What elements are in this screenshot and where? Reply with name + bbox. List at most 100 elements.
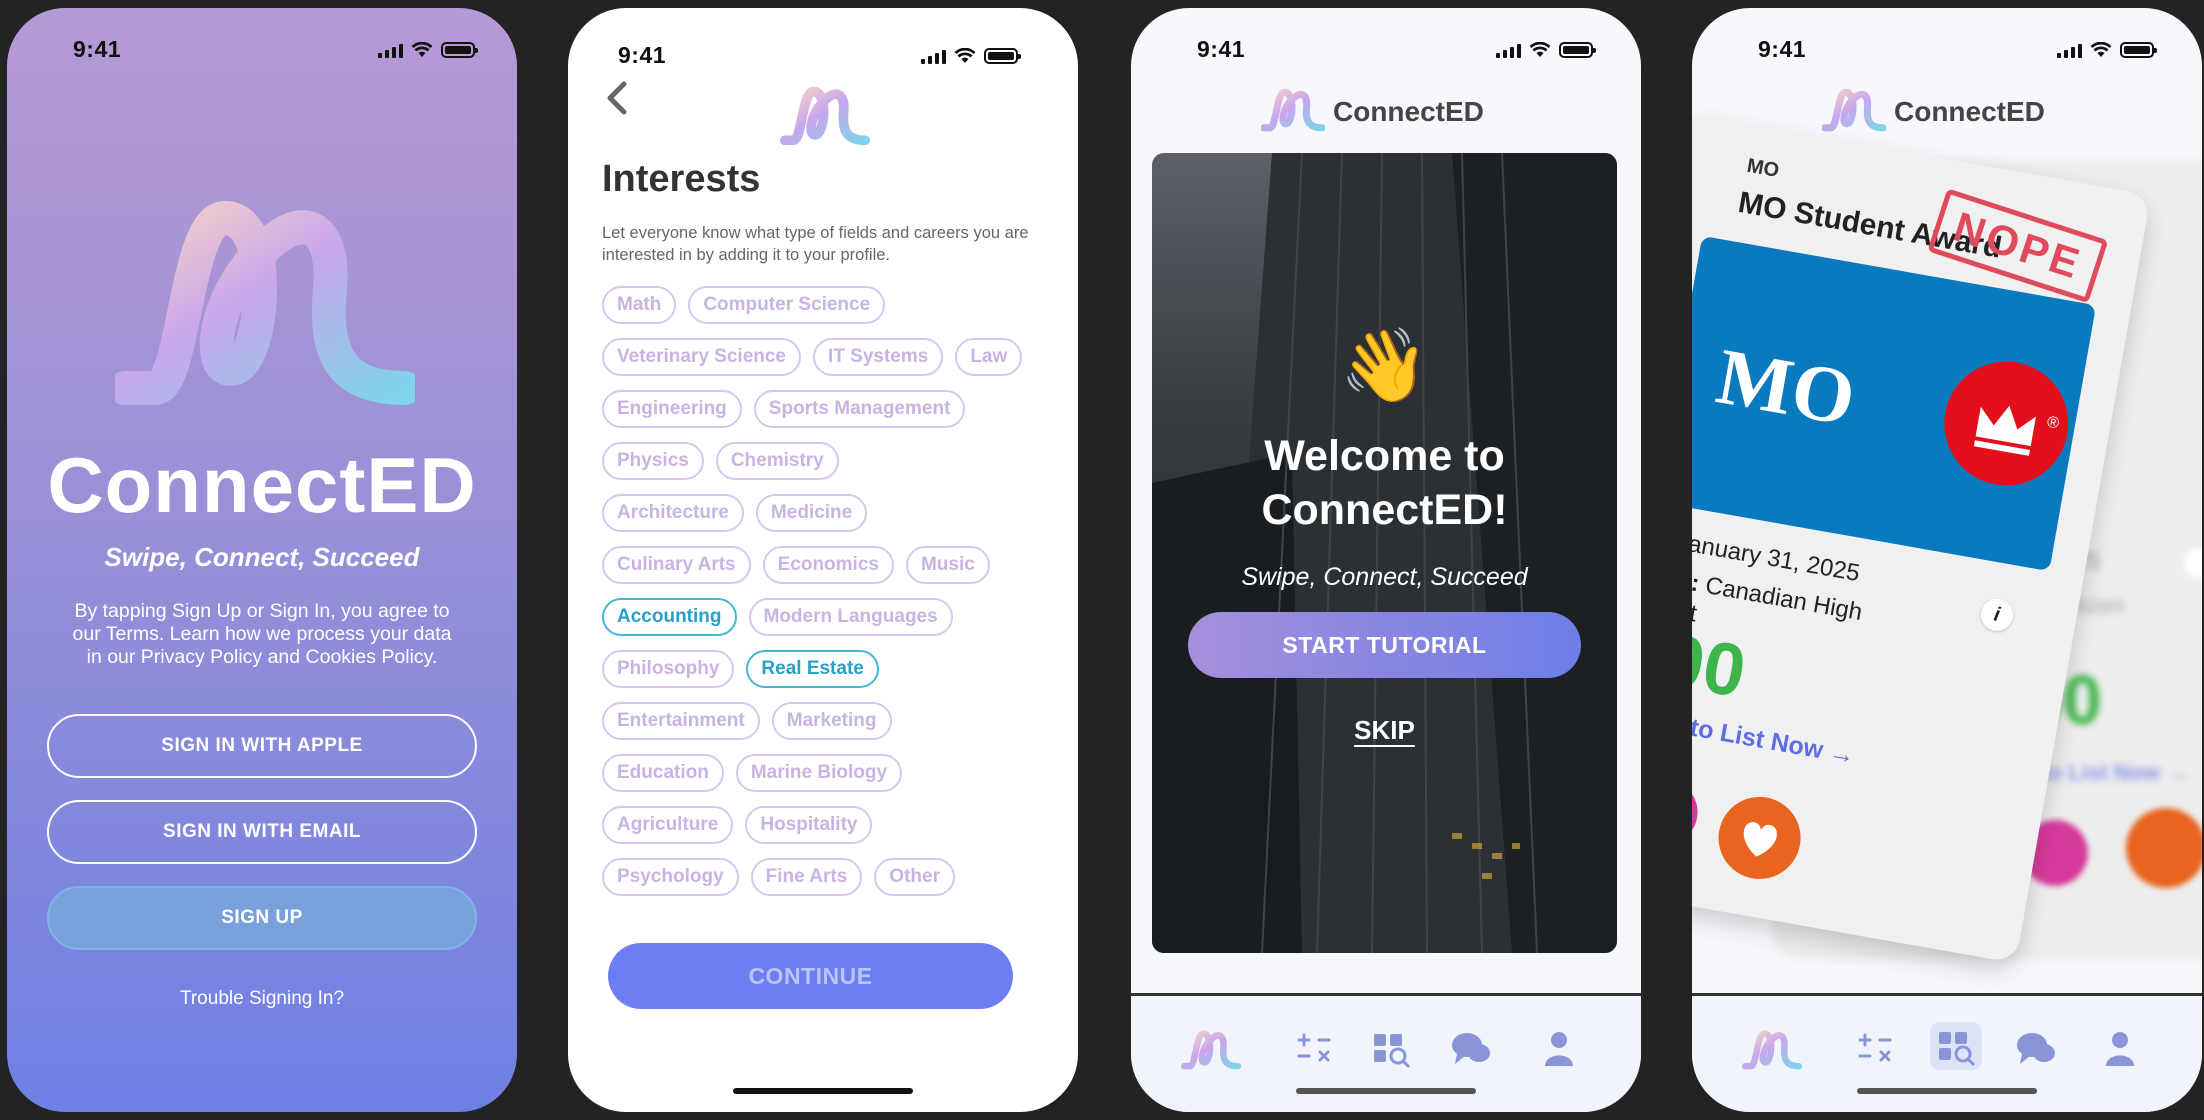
header-app-name: ConnectED: [1333, 96, 1484, 127]
battery-icon: [1559, 42, 1596, 58]
signal-icon: [1496, 42, 1521, 58]
interest-chip[interactable]: Hospitality: [745, 806, 873, 844]
phone-welcome-screen: 9:41 ConnectED Swipe, Connect, Succeed B…: [7, 8, 517, 1112]
award-sponsor-label: MO: [1745, 154, 1781, 182]
tab-home-logo-icon[interactable]: [1742, 1026, 1802, 1070]
add-to-list-link[interactable]: Add to List Now →: [1692, 704, 1857, 771]
status-time: 9:41: [1758, 36, 1807, 62]
status-time: 9:41: [73, 36, 122, 62]
skip-link[interactable]: SKIP: [1152, 715, 1617, 746]
interest-chip[interactable]: Real Estate: [746, 650, 879, 688]
interest-chip[interactable]: Physics: [602, 442, 704, 480]
interest-chip[interactable]: Math: [602, 286, 677, 324]
chip-row: Accounting Modern Languages: [602, 598, 1062, 636]
home-indicator: [733, 1088, 913, 1094]
interest-chip[interactable]: IT Systems: [813, 338, 944, 376]
interest-chip[interactable]: Education: [602, 754, 724, 792]
phone-swipe-screen: 9:41 ConnectED ON 2025 an Citizen 00 d t…: [1692, 8, 2202, 1112]
tab-home-logo-icon[interactable]: [1181, 1026, 1241, 1070]
tab-chat-icon[interactable]: [1449, 1026, 1493, 1070]
app-title: ConnectED: [47, 441, 477, 529]
tab-chat-icon[interactable]: [2014, 1026, 2058, 1070]
status-bar: 9:41: [1692, 36, 2202, 66]
continue-button[interactable]: CONTINUE: [608, 943, 1013, 1009]
tab-profile-icon[interactable]: [1537, 1026, 1581, 1070]
interest-chip[interactable]: Law: [955, 338, 1023, 376]
home-indicator: [1296, 1088, 1476, 1094]
interest-chip[interactable]: Accounting: [602, 598, 737, 636]
interest-chip[interactable]: Psychology: [602, 858, 739, 896]
battery-icon: [984, 48, 1021, 64]
bottom-tab-bar: [1131, 993, 1641, 1112]
interest-chip[interactable]: Marine Biology: [735, 754, 903, 792]
chip-row: Entertainment Marketing: [602, 702, 1062, 740]
chip-row: Culinary Arts Economics Music: [602, 546, 1062, 584]
interest-chip[interactable]: Economics: [762, 546, 894, 584]
tab-search-icon[interactable]: [1369, 1026, 1413, 1070]
connected-logo-icon: [1822, 88, 1886, 132]
back-chevron-icon[interactable]: [602, 78, 632, 118]
interest-chip[interactable]: Medicine: [755, 494, 868, 532]
interest-chip[interactable]: Culinary Arts: [602, 546, 751, 584]
tagline: Swipe, Connect, Succeed: [1241, 563, 1528, 591]
wifi-icon: [2090, 42, 2112, 57]
phone-interests-screen: 9:41 Interests Let everyone know what ty…: [568, 8, 1078, 1112]
sign-in-apple-button[interactable]: SIGN IN WITH APPLE: [47, 714, 477, 778]
interest-chip[interactable]: Engineering: [602, 390, 742, 428]
interest-chip[interactable]: Chemistry: [715, 442, 839, 480]
status-time: 9:41: [1197, 36, 1246, 62]
back-card-heart-button: [2126, 808, 2202, 888]
interest-chip[interactable]: Veterinary Science: [602, 338, 801, 376]
signal-icon: [378, 42, 403, 58]
wifi-icon: [411, 42, 433, 57]
chip-row: Agriculture Hospitality: [602, 806, 1062, 844]
wifi-icon: [1529, 42, 1551, 57]
info-icon[interactable]: i: [1978, 596, 2016, 634]
award-amount: 000: [1692, 610, 1752, 714]
like-heart-button[interactable]: [1712, 790, 1808, 886]
interest-chip[interactable]: Modern Languages: [748, 598, 953, 636]
phone-tutorial-screen: 9:41 ConnectED 👋 Welcome to ConnectED! S…: [1131, 8, 1641, 1112]
banner-logo-text: MO: [1710, 332, 1862, 443]
chip-row: Math Computer Science: [602, 286, 1062, 324]
chip-row: Veterinary Science IT Systems Law: [602, 338, 1062, 376]
interest-chip[interactable]: Music: [905, 546, 990, 584]
interest-chip[interactable]: Entertainment: [602, 702, 760, 740]
chip-row: Architecture Medicine: [602, 494, 1062, 532]
header-app-name: ConnectED: [1894, 96, 2045, 127]
start-tutorial-button[interactable]: START TUTORIAL: [1188, 612, 1581, 678]
status-bar: 9:41: [1131, 36, 1641, 66]
chip-row: Philosophy Real Estate: [602, 650, 1062, 688]
status-bar: 9:41: [568, 42, 1078, 72]
sign-up-button[interactable]: SIGN UP: [47, 886, 477, 950]
waving-hand-icon: 👋: [1339, 326, 1430, 406]
interest-chip[interactable]: Sports Management: [753, 390, 966, 428]
connected-logo-icon: [1261, 88, 1325, 132]
battery-icon: [2120, 42, 2157, 58]
interest-chip[interactable]: Agriculture: [602, 806, 734, 844]
welcome-heading: Welcome to ConnectED!: [1261, 432, 1508, 534]
trouble-signing-in-link[interactable]: Trouble Signing In?: [7, 988, 517, 1010]
tab-calculator-icon[interactable]: [1293, 1026, 1337, 1070]
interest-chip[interactable]: Architecture: [602, 494, 744, 532]
building-background-image: [1152, 153, 1617, 953]
interest-chip[interactable]: Philosophy: [602, 650, 735, 688]
tab-search-icon[interactable]: [1930, 1022, 1982, 1070]
tagline: Swipe, Connect, Succeed: [104, 542, 420, 572]
chip-row: Engineering Sports Management: [602, 390, 1062, 428]
interest-chip[interactable]: Fine Arts: [750, 858, 863, 896]
interest-chip[interactable]: Other: [874, 858, 955, 896]
interest-chip[interactable]: Computer Science: [688, 286, 886, 324]
sign-in-email-button[interactable]: SIGN IN WITH EMAIL: [47, 800, 477, 864]
tab-calculator-icon[interactable]: [1854, 1026, 1898, 1070]
interest-chip-list: Math Computer Science Veterinary Science IT…: [602, 286, 1062, 910]
favorite-star-button[interactable]: [1692, 775, 1703, 850]
signal-icon: [921, 48, 946, 64]
bottom-tab-bar: [1692, 993, 2202, 1112]
interest-chip[interactable]: Marketing: [771, 702, 892, 740]
tab-profile-icon[interactable]: [2098, 1026, 2142, 1070]
status-time: 9:41: [618, 42, 667, 68]
connected-logo-icon: [780, 86, 870, 146]
signal-icon: [2057, 42, 2082, 58]
page-description: Let everyone know what type of fields an…: [602, 224, 1029, 264]
